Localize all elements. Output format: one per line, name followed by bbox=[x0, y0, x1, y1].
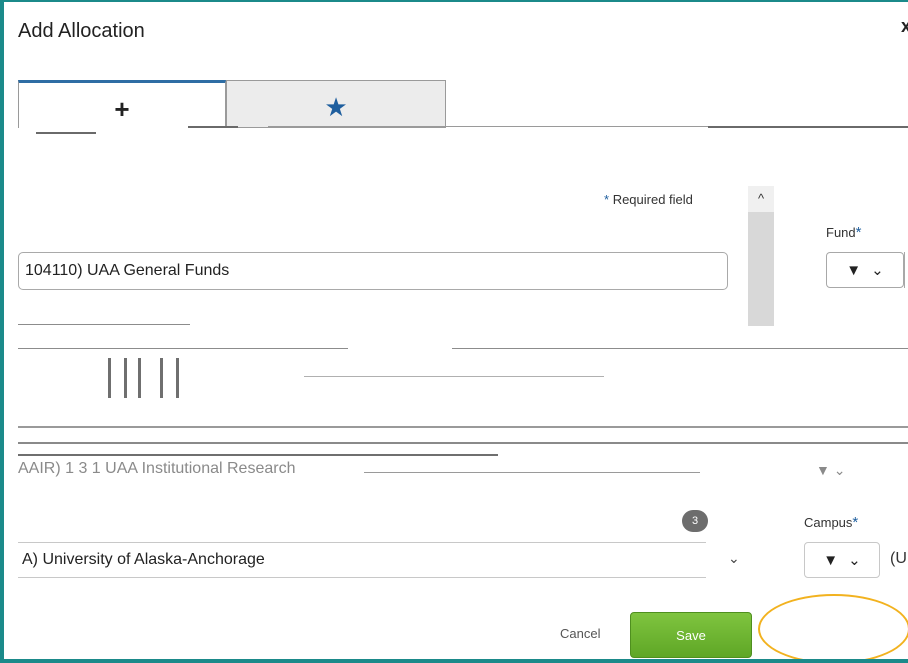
filter-icon: ▼ bbox=[823, 551, 839, 569]
artifact-line bbox=[18, 324, 190, 325]
chevron-down-icon: ⌄ bbox=[848, 552, 861, 569]
filter-icon: ▼ bbox=[846, 261, 862, 279]
artifact-line bbox=[18, 454, 498, 456]
scroll-up-arrow-icon[interactable]: ^ bbox=[748, 186, 774, 212]
chevron-down-icon: ⌄ bbox=[871, 262, 884, 279]
tab-add-new[interactable]: + bbox=[18, 80, 226, 128]
artifact-line bbox=[18, 348, 348, 349]
highlight-circle bbox=[758, 594, 908, 659]
plus-icon: + bbox=[114, 94, 130, 124]
artifact-bar bbox=[160, 358, 163, 398]
required-field-note: * Required field bbox=[604, 192, 693, 207]
star-icon: ★ bbox=[324, 92, 348, 122]
fund-lookup-edge bbox=[904, 252, 908, 288]
artifact-line bbox=[18, 442, 908, 444]
step-badge: 3 bbox=[682, 510, 708, 532]
artifact-line bbox=[364, 472, 700, 473]
chevron-down-icon[interactable]: ⌄ bbox=[728, 550, 740, 567]
artifact-bar bbox=[108, 358, 111, 398]
dialog-title: Add Allocation bbox=[18, 20, 145, 42]
artifact-bar bbox=[176, 358, 179, 398]
artifact-line bbox=[36, 132, 96, 134]
org-filter-button[interactable]: ▼ ⌄ bbox=[816, 462, 845, 479]
tab-favorites[interactable]: ★ bbox=[226, 80, 446, 128]
artifact-line bbox=[18, 426, 908, 428]
artifact-line bbox=[304, 376, 604, 377]
artifact-line bbox=[452, 348, 908, 349]
artifact-bar bbox=[124, 358, 127, 398]
fund-filter-button[interactable]: ▼ ⌄ bbox=[826, 252, 904, 288]
fund-field[interactable]: 104110) UAA General Funds bbox=[18, 252, 728, 290]
add-allocation-dialog: Add Allocation x + ★ * Required field ^ … bbox=[0, 0, 908, 663]
cancel-button[interactable]: Cancel bbox=[560, 626, 600, 641]
close-icon[interactable]: x bbox=[901, 16, 908, 37]
campus-code: (U bbox=[890, 550, 907, 567]
campus-field[interactable]: A) University of Alaska-Anchorage bbox=[18, 542, 706, 578]
artifact-line bbox=[188, 126, 238, 128]
artifact-line bbox=[708, 126, 908, 128]
org-field[interactable]: AAIR) 1 3 1 UAA Institutional Research bbox=[18, 460, 295, 478]
save-button[interactable]: Save bbox=[630, 612, 752, 658]
campus-filter-button[interactable]: ▼ ⌄ bbox=[804, 542, 880, 578]
fund-label: Fund* bbox=[826, 224, 862, 241]
artifact-bar bbox=[138, 358, 141, 398]
campus-label: Campus* bbox=[804, 514, 859, 531]
rendering-artifact-strip bbox=[18, 122, 908, 154]
